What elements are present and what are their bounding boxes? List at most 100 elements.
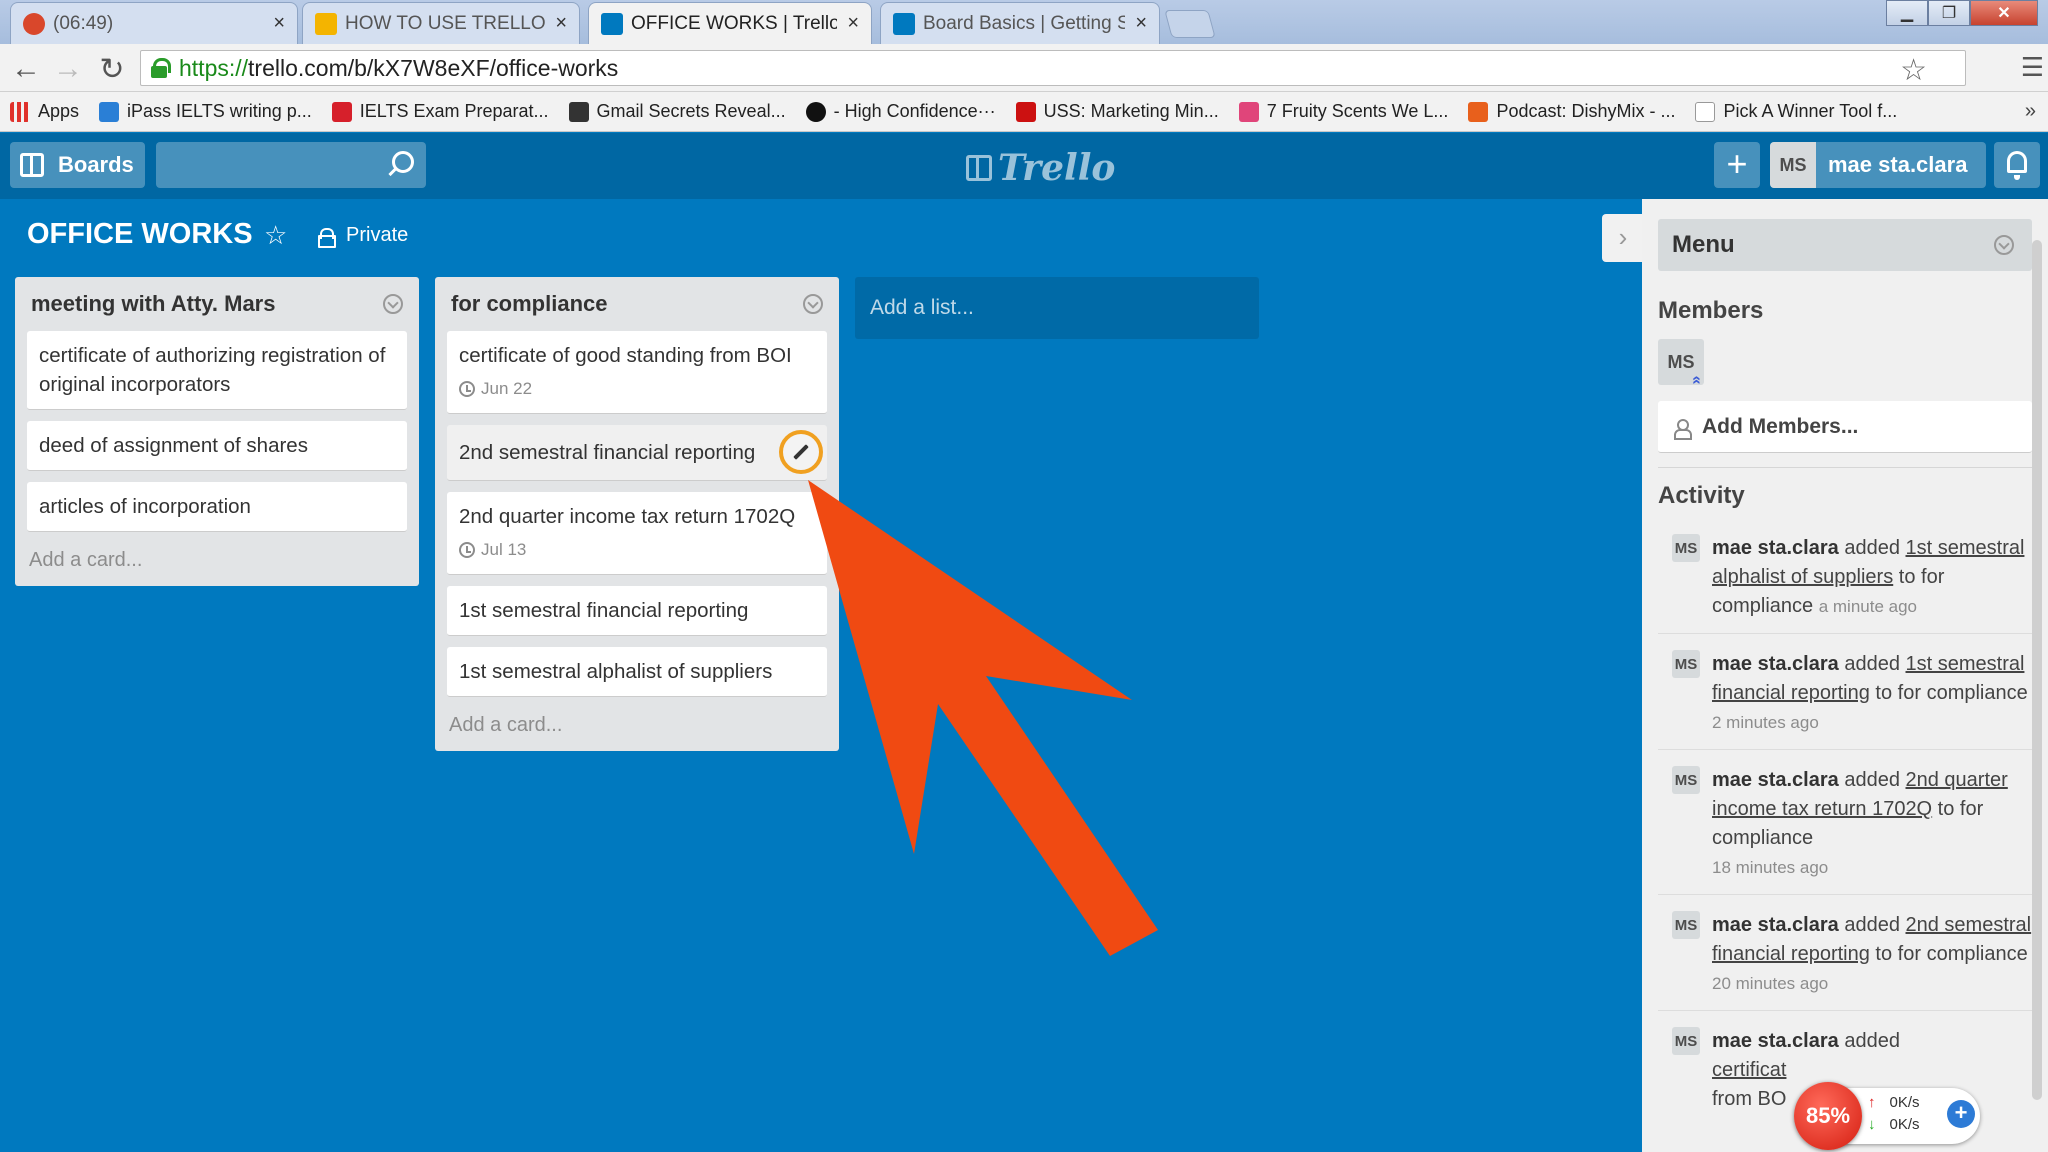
activity-avatar[interactable]: MS [1672,766,1700,794]
card[interactable]: 1st semestral alphalist of suppliers [447,647,827,697]
card-hovered[interactable]: 2nd semestral financial reporting [447,425,827,481]
bookmark-label: Podcast: DishyMix - ... [1496,101,1676,121]
activity-card-link[interactable]: certificat [1712,1059,1786,1081]
bookmark-item[interactable]: iPass IELTS writing p... [99,101,312,122]
bookmark-item[interactable]: Podcast: DishyMix - ... [1468,101,1675,122]
bookmark-star-icon[interactable]: ☆ [1900,53,1927,88]
avatar: MS [1770,142,1816,188]
search-icon[interactable] [392,151,414,173]
new-tab-button[interactable] [1164,10,1216,38]
bookmark-label: Apps [38,101,80,121]
star-icon[interactable]: ☆ [264,220,287,251]
bookmark-item[interactable]: USS: Marketing Min... [1015,101,1219,122]
boards-button[interactable]: Boards [10,142,145,188]
list-for-compliance[interactable]: for compliance certificate of good stand… [435,277,839,751]
list-menu-icon[interactable] [383,294,403,314]
minimize-icon[interactable]: ▁ [1886,0,1928,26]
tab-close-icon[interactable]: × [1135,12,1147,35]
card[interactable]: 1st semestral financial reporting [447,586,827,636]
browser-tab-active[interactable]: OFFICE WORKS | Trello × [588,2,872,44]
list-title[interactable]: meeting with Atty. Mars [31,291,275,317]
add-button[interactable]: + [1714,142,1760,188]
user-menu-button[interactable]: MS mae sta.clara [1770,142,1986,188]
card-title: certificate of good standing from BOI [459,344,792,367]
activity-user[interactable]: mae sta.clara [1712,769,1839,791]
board-title[interactable]: OFFICE WORKS [27,218,253,251]
back-arrow-icon[interactable]: ← [8,52,44,86]
tab-label: HOW TO USE TRELLO - Go [345,12,546,34]
list-menu-icon[interactable] [803,294,823,314]
list-header: meeting with Atty. Mars [27,277,407,331]
memory-percent-badge[interactable]: 85% [1794,1082,1862,1150]
bookmark-item[interactable]: 7 Fruity Scents We L... [1238,101,1448,122]
bookmark-label: IELTS Exam Preparat... [359,101,549,121]
bookmark-item[interactable]: Gmail Secrets Reveal... [568,101,786,122]
trello-logo-icon [966,155,992,181]
activity-time: 20 minutes ago [1712,974,1829,993]
search-input[interactable] [156,142,426,188]
activity-item: MS mae sta.clara added 2nd quarter incom… [1658,750,2032,895]
card[interactable]: deed of assignment of shares [27,421,407,471]
activity-user[interactable]: mae sta.clara [1712,914,1839,936]
card-title: certificate of authorizing registration … [39,344,386,396]
arrow-shape [808,480,1158,956]
url-field[interactable]: https://trello.com/b/kX7W8eXF/office-wor… [140,50,1966,88]
notifications-button[interactable] [1994,142,2040,188]
privacy-button[interactable]: Private [318,224,408,248]
activity-avatar[interactable]: MS [1672,911,1700,939]
list-header: for compliance [447,277,827,331]
activity-user[interactable]: mae sta.clara [1712,537,1839,559]
activity-avatar[interactable]: MS [1672,1027,1700,1055]
activity-avatar[interactable]: MS [1672,650,1700,678]
activity-user[interactable]: mae sta.clara [1712,1030,1839,1052]
upload-speed: ↑ 0K/s [1868,1094,1920,1111]
tab-label: OFFICE WORKS | Trello [631,12,838,34]
activity-time: 18 minutes ago [1712,858,1829,877]
bookmark-item[interactable]: - High Confidence··· [805,101,996,122]
pencil-icon [793,444,809,460]
forward-arrow-icon[interactable]: → [50,52,86,86]
tab-close-icon[interactable]: × [273,12,285,35]
tab-close-icon[interactable]: × [847,12,859,35]
add-list-button[interactable]: Add a list... [855,277,1259,339]
reload-icon[interactable]: ↻ [94,52,130,87]
due-date: Jun 22 [481,379,533,398]
menu-dropdown-icon[interactable] [1994,235,2014,255]
bookmark-apps[interactable]: Apps [10,101,79,122]
add-card-link[interactable]: Add a card... [27,543,407,576]
bookmark-item[interactable]: Pick A Winner Tool f... [1695,101,1897,122]
board-menu-sidebar: Menu Members MS Add Members... Activity … [1642,199,2048,1152]
activity-user[interactable]: mae sta.clara [1712,653,1839,675]
browser-tab-1[interactable]: (06:49) × [10,2,298,44]
trello-logo[interactable]: Trello [966,147,1115,189]
pink-favicon-icon [1238,101,1259,122]
add-members-button[interactable]: Add Members... [1658,401,2032,453]
bookmarks-overflow-icon[interactable]: » [2025,100,2036,123]
activity-avatar[interactable]: MS [1672,534,1700,562]
window-close-icon[interactable]: ✕ [1970,0,2038,26]
sidebar-scrollbar[interactable] [2032,240,2042,1100]
browser-menu-icon[interactable]: ☰ [2021,52,2044,83]
card[interactable]: certificate of good standing from BOI Ju… [447,331,827,414]
restore-icon[interactable]: ❐ [1928,0,1970,26]
members-title: Members [1658,297,1764,324]
podcast-favicon-icon [1468,101,1489,122]
card[interactable]: 2nd quarter income tax return 1702Q Jul … [447,492,827,575]
list-meeting-with-atty-mars[interactable]: meeting with Atty. Mars certificate of a… [15,277,419,586]
sidebar-collapse-button[interactable]: › [1602,214,1644,262]
bookmark-item[interactable]: IELTS Exam Preparat... [331,101,549,122]
tab-close-icon[interactable]: × [555,12,567,35]
add-card-link[interactable]: Add a card... [447,708,827,741]
member-avatar[interactable]: MS [1658,339,1704,385]
edit-card-button[interactable] [779,430,823,474]
widget-plus-icon[interactable]: + [1947,1100,1975,1128]
tab-label: Board Basics | Getting Star [923,12,1125,34]
list-title[interactable]: for compliance [451,291,607,317]
window-controls: ▁ ❐ ✕ [1886,0,2038,28]
menu-header: Menu [1658,219,2032,271]
browser-tab-4[interactable]: Board Basics | Getting Star × [880,2,1160,44]
card[interactable]: certificate of authorizing registration … [27,331,407,410]
browser-tab-2[interactable]: HOW TO USE TRELLO - Go × [302,2,580,44]
activity-time: a minute ago [1818,597,1918,616]
card[interactable]: articles of incorporation [27,482,407,532]
